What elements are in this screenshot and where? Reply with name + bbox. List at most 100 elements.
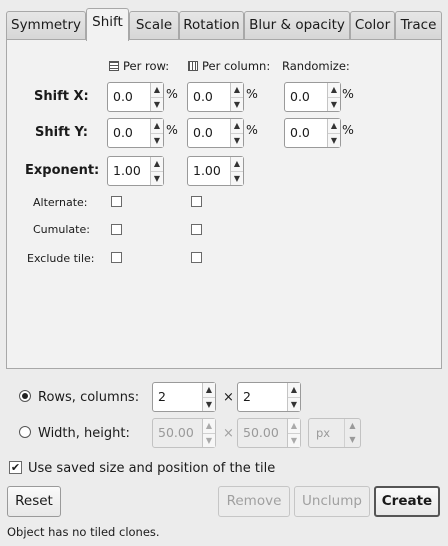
spin-down-icon[interactable]: ▼ (151, 134, 163, 148)
per-column-label: Per column: (202, 59, 271, 73)
chevron-down-icon: ▼ (349, 435, 356, 444)
spin-down-icon[interactable]: ▼ (151, 98, 163, 112)
shift-y-per-row-spin[interactable]: 0.0 ▲ ▼ (107, 118, 164, 148)
rows-spin[interactable]: 2 ▲ ▼ (152, 382, 216, 412)
remove-button[interactable]: Remove (218, 486, 290, 517)
alternate-label: Alternate: (33, 196, 88, 209)
tab-label: Rotation (183, 17, 240, 33)
height-spin[interactable]: 50.00 ▲ ▼ (237, 418, 301, 448)
tab-label: Scale (135, 17, 173, 33)
percent-label: % (166, 122, 178, 137)
tab-trace[interactable]: Trace (395, 11, 442, 40)
percent-label: % (246, 122, 258, 137)
unclump-button[interactable]: Unclump (294, 486, 370, 517)
spin-down-icon[interactable]: ▼ (231, 172, 243, 186)
spin-value: 2 (158, 389, 166, 404)
spin-value: 50.00 (243, 425, 279, 440)
exclude-tile-per-row-checkbox[interactable] (111, 252, 122, 263)
tab-color[interactable]: Color (350, 11, 395, 40)
spin-down-icon[interactable]: ▼ (288, 434, 300, 448)
spin-value: 0.0 (113, 89, 133, 104)
shift-x-per-column-spin[interactable]: 0.0 ▲ ▼ (187, 82, 244, 112)
spin-value: 1.00 (113, 163, 141, 178)
exclude-tile-per-column-checkbox[interactable] (191, 252, 202, 263)
spin-down-icon[interactable]: ▼ (328, 98, 340, 112)
spin-value: 0.0 (193, 125, 213, 140)
spin-up-icon[interactable]: ▲ (231, 83, 243, 98)
columns-icon (188, 61, 198, 71)
tab-shift[interactable]: Shift (86, 8, 129, 41)
tab-symmetry[interactable]: Symmetry (6, 11, 86, 40)
tab-label: Color (354, 17, 391, 33)
tab-label: Symmetry (11, 17, 81, 33)
spin-up-icon[interactable]: ▲ (151, 83, 163, 98)
spin-value: 1.00 (193, 163, 221, 178)
spin-up-icon[interactable]: ▲ (231, 119, 243, 134)
status-text: Object has no tiled clones. (7, 525, 160, 539)
spin-down-icon[interactable]: ▼ (151, 172, 163, 186)
alternate-per-row-checkbox[interactable] (111, 196, 122, 207)
spin-up-icon[interactable]: ▲ (151, 119, 163, 134)
exponent-per-row-spin[interactable]: 1.00 ▲ ▼ (107, 156, 164, 186)
width-height-radio[interactable] (19, 426, 31, 438)
reset-button[interactable]: Reset (7, 486, 61, 517)
times-sign: × (223, 426, 234, 441)
unit-value: px (316, 426, 331, 440)
columns-spin[interactable]: 2 ▲ ▼ (237, 382, 301, 412)
tab-rotation[interactable]: Rotation (179, 11, 244, 40)
check-icon: ✔ (10, 461, 21, 474)
randomize-header: Randomize: (282, 59, 350, 73)
tab-label: Blur & opacity (249, 17, 345, 33)
shift-y-randomize-spin[interactable]: 0.0 ▲ ▼ (284, 118, 341, 148)
spin-value: 0.0 (290, 89, 310, 104)
spin-value: 2 (243, 389, 251, 404)
spin-up-icon[interactable]: ▲ (288, 383, 300, 398)
tab-blur-opacity[interactable]: Blur & opacity (244, 11, 350, 40)
spin-up-icon[interactable]: ▲ (231, 157, 243, 172)
cumulate-per-column-checkbox[interactable] (191, 224, 202, 235)
spin-down-icon[interactable]: ▼ (203, 434, 215, 448)
spin-down-icon[interactable]: ▼ (231, 98, 243, 112)
per-row-header: Per row: (109, 59, 169, 73)
tab-label: Trace (400, 17, 437, 33)
exponent-per-column-spin[interactable]: 1.00 ▲ ▼ (187, 156, 244, 186)
alternate-per-column-checkbox[interactable] (191, 196, 202, 207)
create-button[interactable]: Create (374, 486, 440, 517)
width-spin[interactable]: 50.00 ▲ ▼ (152, 418, 216, 448)
rows-columns-label: Rows, columns: (38, 390, 140, 405)
rows-columns-radio[interactable] (19, 390, 31, 402)
spin-down-icon[interactable]: ▼ (231, 134, 243, 148)
cumulate-per-row-checkbox[interactable] (111, 224, 122, 235)
spin-up-icon[interactable]: ▲ (328, 119, 340, 134)
spin-value: 0.0 (193, 89, 213, 104)
tab-label: Shift (92, 14, 123, 30)
spin-up-icon[interactable]: ▲ (151, 157, 163, 172)
spin-value: 0.0 (113, 125, 133, 140)
spin-down-icon[interactable]: ▼ (203, 398, 215, 412)
shift-x-label: Shift X: (34, 89, 89, 104)
exclude-tile-label: Exclude tile: (27, 252, 95, 265)
spin-value: 50.00 (158, 425, 194, 440)
percent-label: % (246, 86, 258, 101)
spin-up-icon[interactable]: ▲ (203, 419, 215, 434)
spin-down-icon[interactable]: ▼ (288, 398, 300, 412)
spin-up-icon[interactable]: ▲ (203, 383, 215, 398)
shift-x-randomize-spin[interactable]: 0.0 ▲ ▼ (284, 82, 341, 112)
percent-label: % (342, 122, 354, 137)
spin-down-icon[interactable]: ▼ (328, 134, 340, 148)
shift-x-per-row-spin[interactable]: 0.0 ▲ ▼ (107, 82, 164, 112)
spin-up-icon[interactable]: ▲ (328, 83, 340, 98)
per-row-label: Per row: (123, 59, 170, 73)
exponent-label: Exponent: (25, 163, 100, 178)
unit-select[interactable]: px ▲ ▼ (308, 418, 361, 448)
tab-scale[interactable]: Scale (129, 11, 179, 40)
spin-up-icon[interactable]: ▲ (288, 419, 300, 434)
times-sign: × (223, 390, 234, 405)
percent-label: % (342, 86, 354, 101)
cumulate-label: Cumulate: (33, 223, 90, 236)
shift-y-per-column-spin[interactable]: 0.0 ▲ ▼ (187, 118, 244, 148)
use-saved-checkbox[interactable]: ✔ (9, 461, 22, 474)
percent-label: % (166, 86, 178, 101)
width-height-label: Width, height: (38, 426, 130, 441)
spin-value: 0.0 (290, 125, 310, 140)
